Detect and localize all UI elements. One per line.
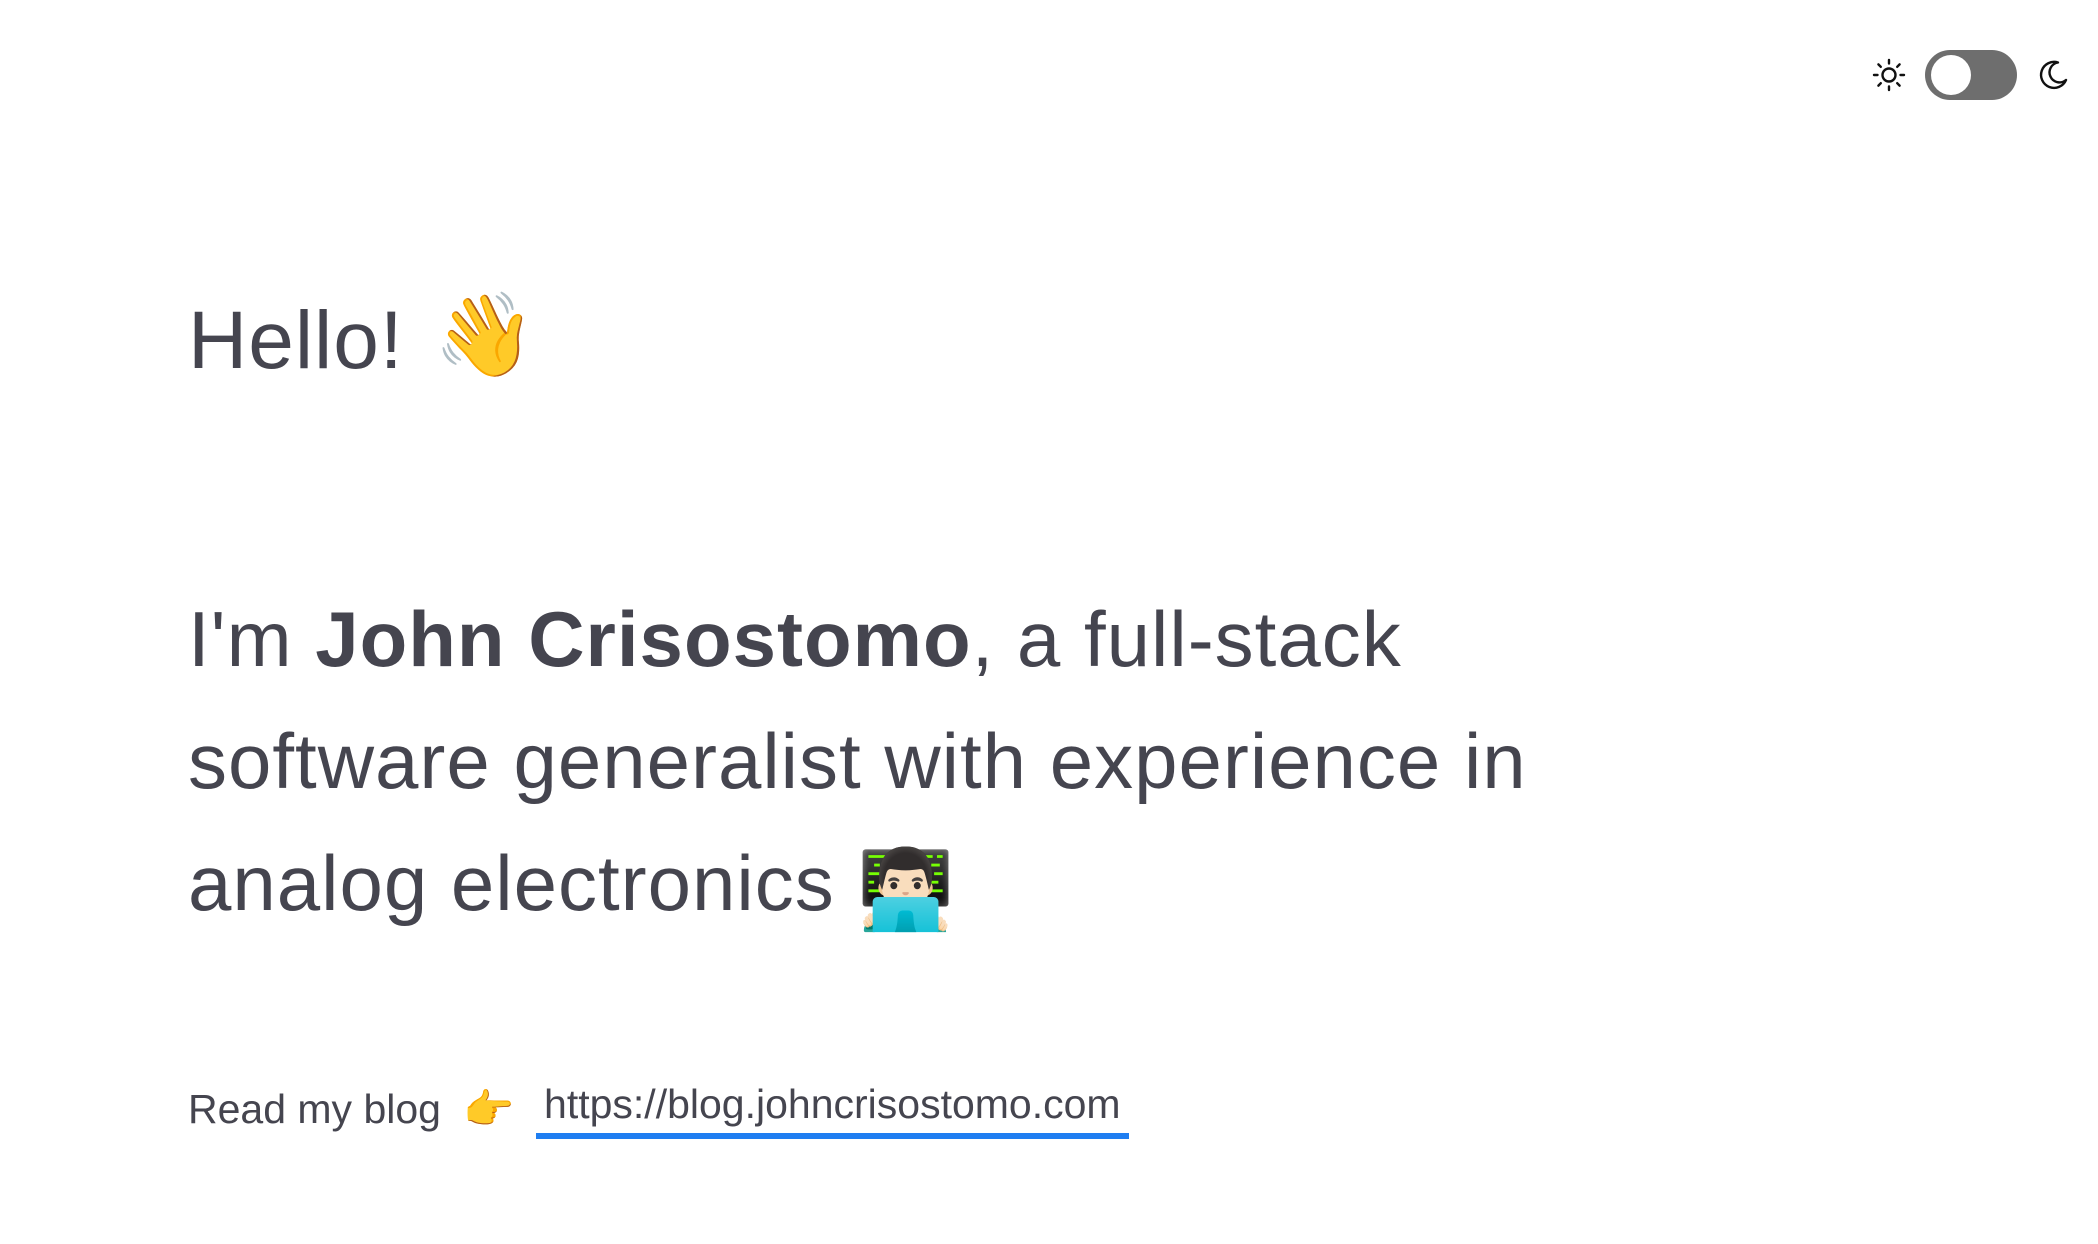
intro-paragraph: I'm John Crisostomo, a full-stack softwa… bbox=[188, 578, 1708, 950]
blog-link[interactable]: https://blog.johncrisostomo.com bbox=[536, 1080, 1129, 1140]
technologist-icon: 👨🏻‍💻 bbox=[857, 845, 956, 934]
greeting-heading: Hello! 👋 bbox=[188, 295, 537, 387]
waving-hand-icon: 👋 bbox=[433, 290, 537, 382]
greeting-text: Hello! bbox=[188, 295, 404, 386]
moon-icon bbox=[2033, 55, 2073, 95]
toggle-knob bbox=[1931, 55, 1971, 95]
theme-switcher bbox=[1869, 50, 2073, 100]
author-name: John Crisostomo bbox=[315, 595, 972, 683]
theme-toggle[interactable] bbox=[1925, 50, 2017, 100]
intro-prefix: I'm bbox=[188, 595, 316, 683]
sun-icon bbox=[1869, 55, 1909, 95]
blog-callout: Read my blog 👉 https://blog.johncrisosto… bbox=[188, 1080, 1129, 1140]
pointing-right-icon: 👉 bbox=[462, 1086, 515, 1132]
blog-label: Read my blog bbox=[188, 1086, 441, 1132]
